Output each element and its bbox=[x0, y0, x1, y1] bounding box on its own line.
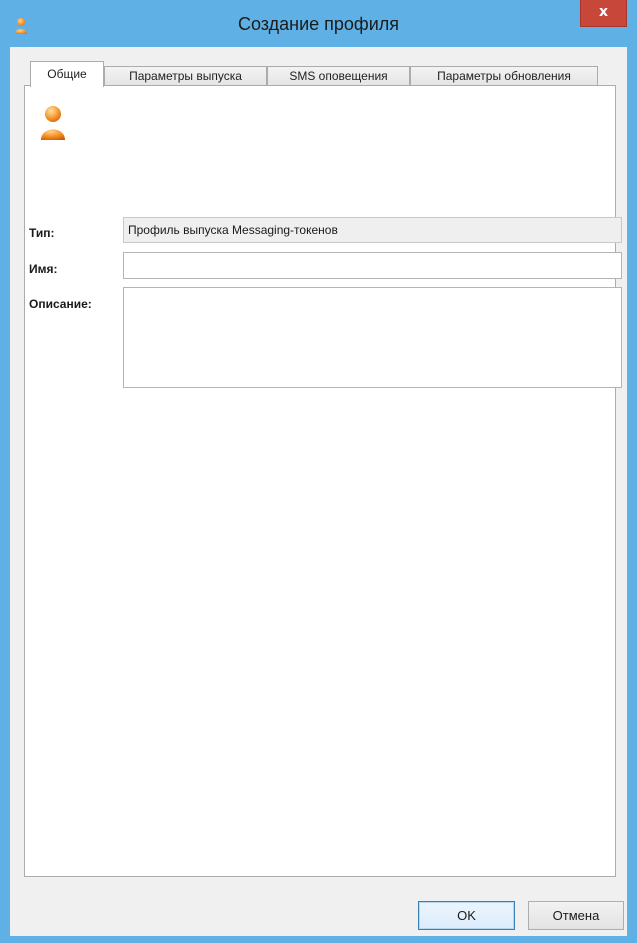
ok-button[interactable]: OK bbox=[418, 901, 515, 930]
dialog-window: Создание профиля x Общие Параметры выпус… bbox=[0, 0, 637, 943]
description-textarea[interactable] bbox=[123, 287, 622, 388]
tab-strip: Общие Параметры выпуска SMS оповещения П… bbox=[24, 61, 614, 87]
name-input[interactable] bbox=[123, 252, 622, 279]
title-bar[interactable]: Создание профиля x bbox=[0, 0, 637, 47]
tab-issue-parameters[interactable]: Параметры выпуска bbox=[104, 66, 267, 86]
description-label: Описание: bbox=[29, 297, 92, 311]
close-button[interactable]: x bbox=[580, 0, 627, 27]
user-profile-icon bbox=[41, 106, 65, 140]
tab-sms-notifications[interactable]: SMS оповещения bbox=[267, 66, 410, 86]
tab-general[interactable]: Общие bbox=[30, 61, 104, 87]
type-label: Тип: bbox=[29, 226, 55, 240]
window-title: Создание профиля bbox=[237, 14, 400, 34]
type-field: Профиль выпуска Messaging-токенов bbox=[123, 217, 622, 243]
tab-update-parameters[interactable]: Параметры обновления bbox=[410, 66, 598, 86]
button-bar: OK Отмена bbox=[10, 882, 627, 936]
cancel-button[interactable]: Отмена bbox=[528, 901, 624, 930]
tab-panel-general: Тип: Профиль выпуска Messaging-токенов И… bbox=[24, 85, 622, 877]
name-label: Имя: bbox=[29, 262, 58, 276]
dialog-client-area: Общие Параметры выпуска SMS оповещения П… bbox=[10, 47, 627, 936]
